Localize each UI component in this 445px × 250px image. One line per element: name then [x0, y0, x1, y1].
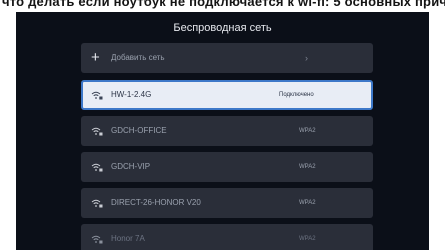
- network-row[interactable]: GDCH-OFFICE WPA2: [81, 116, 373, 146]
- network-ssid: HW-1-2.4G: [111, 90, 152, 99]
- wifi-lock-icon: [91, 235, 103, 244]
- wireless-network-screen: Беспроводная сеть + Добавить сеть › HW-1…: [16, 12, 429, 250]
- network-status: Подключено: [279, 92, 314, 98]
- cropped-article-header: что делать если ноутбук не подключается …: [2, 0, 445, 9]
- network-row[interactable]: GDCH-VIP WPA2: [81, 152, 373, 182]
- network-ssid: GDCH-VIP: [111, 162, 151, 171]
- network-row[interactable]: Honor 7A WPA2: [81, 224, 373, 250]
- add-network-button[interactable]: + Добавить сеть ›: [81, 43, 373, 73]
- network-status: WPA2: [299, 128, 316, 134]
- wifi-lock-icon: [91, 127, 103, 136]
- wifi-lock-icon: [91, 91, 103, 100]
- network-ssid: GDCH-OFFICE: [111, 126, 167, 135]
- network-ssid: Honor 7A: [111, 234, 145, 243]
- network-status: WPA2: [299, 236, 316, 242]
- network-row[interactable]: DIRECT-26-HONOR V20 WPA2: [81, 188, 373, 218]
- plus-icon: +: [91, 49, 100, 66]
- chevron-right-icon: ›: [305, 53, 308, 63]
- network-status: WPA2: [299, 164, 316, 170]
- screen-title: Беспроводная сеть: [173, 22, 272, 34]
- network-row[interactable]: HW-1-2.4G Подключено: [81, 80, 373, 110]
- add-network-label: Добавить сеть: [111, 53, 165, 62]
- wifi-lock-icon: [91, 163, 103, 172]
- wifi-lock-icon: [91, 199, 103, 208]
- network-status: WPA2: [299, 200, 316, 206]
- network-ssid: DIRECT-26-HONOR V20: [111, 198, 201, 207]
